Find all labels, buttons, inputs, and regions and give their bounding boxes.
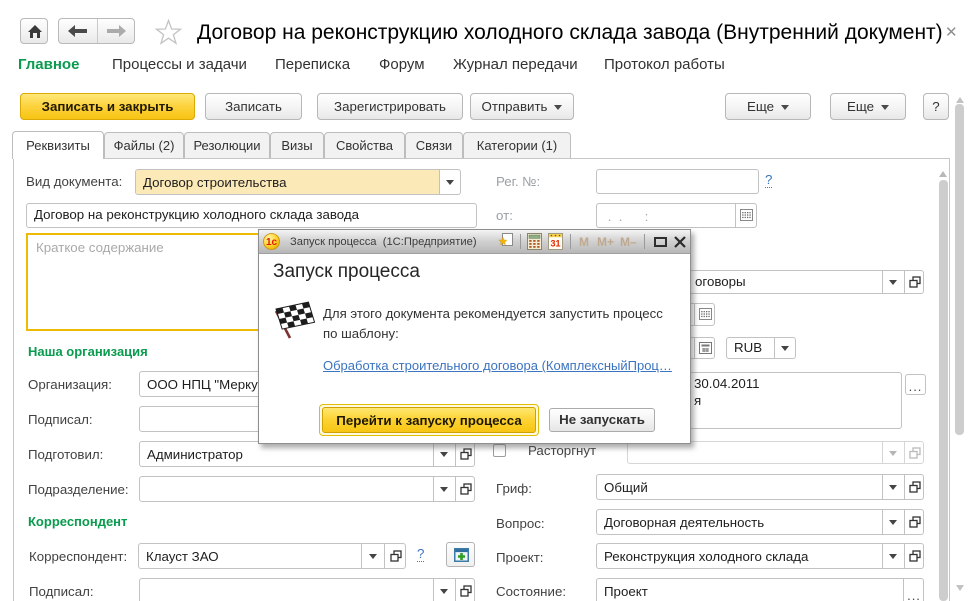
- svg-text:31: 31: [550, 239, 560, 249]
- svg-text:1с: 1с: [266, 237, 278, 248]
